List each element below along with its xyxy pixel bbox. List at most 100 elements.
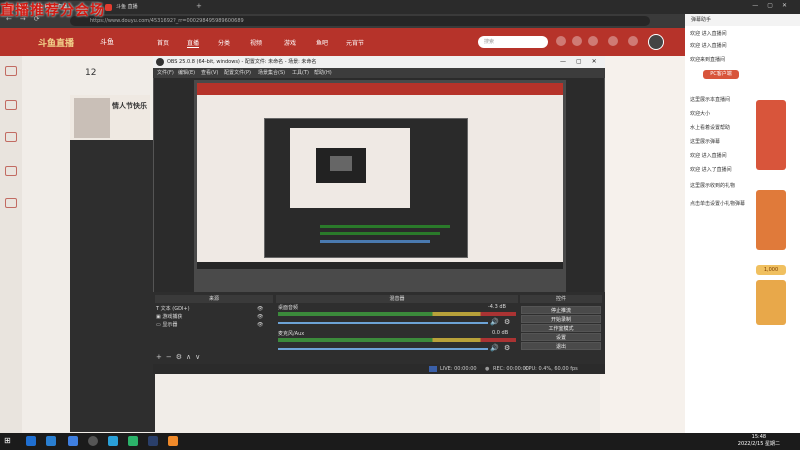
menu-profile[interactable]: 配置文件(P) [224, 69, 251, 76]
player-area [70, 140, 155, 432]
source-item[interactable]: ▭ 显示器 [156, 321, 177, 328]
obs-title: OBS 25.0.8 (64-bit, windows) - 配置文件: 未命名… [153, 56, 605, 68]
source-label: 游戏捕获 [162, 314, 183, 320]
nav-video[interactable]: 视频 [250, 38, 262, 47]
nav-live[interactable]: 直播 [187, 38, 200, 48]
chat-line: 欢迎 进入直播间 [690, 43, 727, 49]
source-toolbar[interactable]: +−⚙∧∨ [156, 353, 204, 361]
sidebar-home-icon[interactable] [5, 66, 17, 76]
nav-fishbar[interactable]: 鱼吧 [316, 38, 328, 47]
settings-button[interactable]: 设置 [521, 333, 601, 341]
preview-taskbar [197, 262, 563, 269]
user-avatar[interactable] [648, 34, 664, 50]
clock-date: 2022/2/15 星期二 [737, 441, 780, 447]
gear-icon[interactable]: ⚙ [504, 344, 510, 352]
chat-line: 欢迎来到直播间 [690, 57, 726, 63]
source-item[interactable]: T 文本 (GDI+) [156, 305, 190, 312]
window-controls[interactable]: —▢✕ [752, 2, 796, 9]
obs-logo-icon [156, 58, 164, 66]
gear-icon[interactable]: ⚙ [504, 318, 510, 326]
menu-view[interactable]: 查看(V) [201, 69, 218, 76]
room-count: 12 [85, 68, 97, 78]
follow-icon[interactable] [572, 36, 582, 46]
source-label: 文本 (GDI+) [160, 306, 190, 312]
browser-tab[interactable]: 斗鱼 直播 [102, 1, 192, 14]
sidebar-game-icon[interactable] [5, 166, 17, 176]
visibility-icon[interactable]: 👁 👁 👁 [257, 305, 263, 329]
windows-taskbar [0, 433, 800, 450]
chat-line: 水上看着设置帮助 [690, 125, 731, 131]
obs-window-controls[interactable]: —▢✕ [560, 56, 607, 68]
rec-indicator-icon: ● [485, 366, 490, 372]
audio-meter [278, 312, 516, 316]
taskbar-app-icon[interactable] [168, 436, 178, 446]
promo-banner[interactable] [756, 190, 786, 250]
mixer-db: -4.3 dB [488, 304, 506, 310]
nav-category[interactable]: 分类 [218, 38, 230, 47]
volume-slider[interactable] [278, 348, 488, 350]
chat-line: 欢迎大小 [690, 111, 711, 117]
sidebar-video-icon[interactable] [5, 198, 17, 208]
steam-icon[interactable] [148, 436, 158, 446]
nav-game[interactable]: 游戏 [284, 38, 296, 47]
promo-banner[interactable] [756, 280, 786, 325]
chat-title: 弹幕助手 [685, 14, 800, 26]
edge-icon[interactable] [26, 436, 36, 446]
clock-time: 15:48 [751, 434, 767, 440]
douyu-icon [105, 4, 112, 11]
rec-time: REC: 00:00:00 [493, 366, 529, 372]
new-tab-button[interactable]: + [196, 2, 202, 10]
pc-client-badge[interactable]: PC客户端 [703, 70, 739, 79]
taskbar-app-icon[interactable] [128, 436, 138, 446]
taskbar-clock[interactable]: 15:48 2022/2/15 星期二 [738, 434, 780, 448]
sidebar-follow-icon[interactable] [5, 100, 17, 110]
chat-line: 欢迎 进入了直播间 [690, 167, 732, 173]
exit-button[interactable]: 退出 [521, 342, 601, 350]
source-item[interactable]: ▣ 游戏捕获 [156, 313, 182, 320]
speaker-icon[interactable]: 🔊 [490, 318, 499, 326]
tab-label: 斗鱼 直播 [116, 4, 138, 10]
streamer-avatar[interactable] [74, 98, 110, 138]
speaker-icon[interactable]: 🔊 [490, 344, 499, 352]
taskbar-app-icon[interactable] [68, 436, 78, 446]
preview-nested-obs-3 [330, 156, 352, 171]
coin-badge[interactable]: 1,000 [756, 265, 786, 275]
stop-streaming-button[interactable]: 停止推流 [521, 306, 601, 314]
site-brand[interactable]: 斗鱼 [100, 37, 114, 47]
chat-line: 点击单击设置小礼物弹幕 [690, 201, 746, 207]
broadcast-icon[interactable] [608, 36, 618, 46]
nav-festival[interactable]: 元宵节 [346, 38, 364, 47]
taskbar-app-icon[interactable] [46, 436, 56, 446]
url-input[interactable]: https://www.douyu.com/4531692?_rr=000298… [70, 16, 650, 26]
obs-statusbar: LIVE: 00:00:00 ● REC: 00:00:00 CPU: 0.4%… [153, 364, 605, 374]
obs-taskbar-icon[interactable] [88, 436, 98, 446]
volume-slider[interactable] [278, 322, 488, 324]
dock-controls-title: 控件 [520, 295, 602, 303]
sidebar-category-icon[interactable] [5, 132, 17, 142]
streamer-name: 情人节快乐 [112, 102, 147, 110]
start-icon[interactable]: ⊞ [4, 436, 14, 446]
site-logo[interactable]: 斗鱼直播 [38, 36, 74, 49]
preview-meter [320, 240, 430, 243]
menu-scene-collection[interactable]: 场景集合(S) [258, 69, 285, 76]
dock-mixer-title: 混音器 [276, 295, 518, 303]
mixer-label: 桌面音频 [278, 305, 299, 311]
video-icon[interactable] [588, 36, 598, 46]
cpu-status: CPU: 0.4%, 60.00 fps [525, 366, 578, 372]
search-input[interactable]: 搜索 [478, 36, 548, 48]
menu-tools[interactable]: 工具(T) [292, 69, 309, 76]
menu-help[interactable]: 帮助(H) [314, 69, 332, 76]
promo-banner[interactable] [756, 100, 786, 170]
preview-meter [320, 232, 440, 235]
chat-line: 这里展示收到的礼物 [690, 183, 736, 189]
menu-file[interactable]: 文件(F) [157, 69, 174, 76]
taskbar-app-icon[interactable] [108, 436, 118, 446]
mixer-label: 麦克风/Aux [278, 331, 305, 337]
history-icon[interactable] [556, 36, 566, 46]
preview-meter [320, 225, 450, 228]
message-icon[interactable] [628, 36, 638, 46]
start-recording-button[interactable]: 开始录制 [521, 315, 601, 323]
menu-edit[interactable]: 编辑(E) [178, 69, 195, 76]
studio-mode-button[interactable]: 工作室模式 [521, 324, 601, 332]
nav-home[interactable]: 首页 [157, 38, 169, 47]
